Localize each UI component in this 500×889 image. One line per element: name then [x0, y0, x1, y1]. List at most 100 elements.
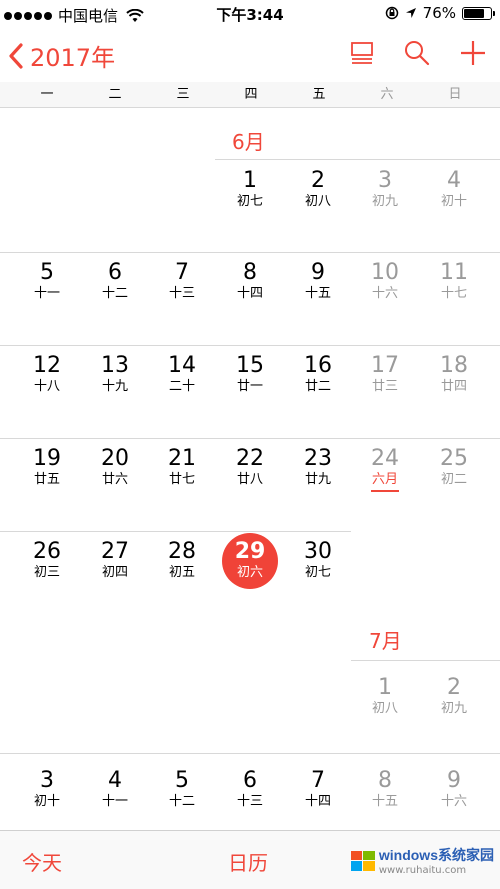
day-number: 26: [33, 539, 61, 564]
month-label: 7月: [369, 629, 402, 653]
lunar-date: 初七: [304, 565, 331, 580]
day-number: 29: [234, 539, 266, 564]
day-cell[interactable]: 5 十一: [13, 260, 81, 302]
day-cell[interactable]: 6 十三: [216, 768, 284, 810]
row-separator: [0, 753, 500, 754]
chevron-left-icon: [9, 42, 23, 69]
today-button[interactable]: 今天: [22, 847, 62, 876]
day-number: 10: [371, 260, 399, 285]
day-cell[interactable]: 21 廿七: [148, 446, 216, 488]
windows-logo-icon: [350, 850, 375, 871]
lunar-date: 十五: [371, 794, 398, 809]
watermark: windows系统家园 www.ruhaitu.com: [350, 845, 494, 876]
day-number: 4: [108, 768, 122, 793]
day-number: 14: [168, 353, 196, 378]
day-cell[interactable]: 7 十三: [148, 260, 216, 302]
lunar-date: 廿四: [440, 379, 467, 394]
lunar-date: 初二: [440, 472, 467, 487]
day-cell[interactable]: 18 廿四: [420, 353, 488, 395]
day-cell[interactable]: 10 十六: [351, 260, 419, 302]
watermark-text: windows系统家园 www.ruhaitu.com: [379, 845, 494, 876]
day-cell[interactable]: 29 初六: [216, 533, 284, 589]
lunar-date: 十三: [236, 794, 263, 809]
day-cell[interactable]: 2 初九: [420, 675, 488, 717]
status-right: 76%: [385, 4, 495, 22]
day-cell[interactable]: 4 初十: [420, 168, 488, 210]
watermark-url: www.ruhaitu.com: [378, 865, 467, 876]
day-number: 27: [101, 539, 129, 564]
day-cell[interactable]: 28 初五: [148, 539, 216, 581]
day-cell[interactable]: 19 廿五: [13, 446, 81, 488]
day-cell[interactable]: 4 十一: [81, 768, 149, 810]
day-cell[interactable]: 14 二十: [148, 353, 216, 395]
day-cell[interactable]: 9 十五: [284, 260, 352, 302]
battery-icon: [462, 6, 495, 20]
row-separator: [351, 660, 500, 661]
day-cell[interactable]: 12 十八: [13, 353, 81, 395]
day-number: 6: [108, 260, 122, 285]
day-cell[interactable]: 1 初七: [216, 168, 284, 210]
lunar-date: 十四: [236, 286, 263, 301]
day-cell[interactable]: 27 初四: [81, 539, 149, 581]
day-number: 5: [40, 260, 54, 285]
day-number: 7: [175, 260, 189, 285]
day-number: 1: [378, 675, 392, 700]
day-cell[interactable]: 26 初三: [13, 539, 81, 581]
day-number: 22: [236, 446, 264, 471]
day-cell[interactable]: 11 十七: [420, 260, 488, 302]
calendar-app: 中国电信 下午3:44 76% 2017年 一 二 三 四 五 六 日 6月 7…: [0, 0, 500, 889]
day-cell[interactable]: 2 初八: [284, 168, 352, 210]
day-cell[interactable]: 13 十九: [81, 353, 149, 395]
lunar-date: 初九: [371, 194, 398, 209]
nav-bar: 2017年: [0, 30, 500, 80]
calendars-button[interactable]: 日历: [228, 847, 268, 876]
day-number: 8: [378, 768, 392, 793]
battery-level: [464, 8, 484, 18]
day-number: 17: [371, 353, 399, 378]
day-number: 19: [33, 446, 61, 471]
day-cell[interactable]: 8 十五: [351, 768, 419, 810]
day-cell[interactable]: 23 廿九: [284, 446, 352, 488]
add-icon[interactable]: [460, 40, 486, 66]
day-cell[interactable]: 16 廿二: [284, 353, 352, 395]
search-icon[interactable]: [404, 40, 430, 66]
month-label: 6月: [232, 130, 265, 154]
day-number: 3: [40, 768, 54, 793]
back-to-year-button[interactable]: 2017年: [8, 38, 115, 73]
tab-bar: 今天 日历 windows系统家园 www.ruhaitu.com: [0, 830, 500, 889]
day-cell[interactable]: 3 初十: [13, 768, 81, 810]
day-number: 9: [311, 260, 325, 285]
day-number: 12: [33, 353, 61, 378]
day-number: 6: [243, 768, 257, 793]
day-cell[interactable]: 24 六月: [351, 446, 419, 492]
lunar-date: 初八: [371, 701, 398, 716]
lunar-date: 十四: [304, 794, 331, 809]
day-cell[interactable]: 30 初七: [284, 539, 352, 581]
lunar-date: 廿六: [101, 472, 128, 487]
day-cell[interactable]: 15 廿一: [216, 353, 284, 395]
day-cell[interactable]: 3 初九: [351, 168, 419, 210]
status-bar: 中国电信 下午3:44 76%: [0, 0, 500, 28]
lunar-date: 廿二: [304, 379, 331, 394]
list-view-icon[interactable]: [350, 41, 374, 65]
weekday-label: 三: [176, 87, 190, 102]
day-cell[interactable]: 22 廿八: [216, 446, 284, 488]
day-cell[interactable]: 6 十二: [81, 260, 149, 302]
day-cell[interactable]: 1 初八: [351, 675, 419, 717]
lunar-date: 廿一: [236, 379, 263, 394]
day-cell[interactable]: 8 十四: [216, 260, 284, 302]
day-cell[interactable]: 17 廿三: [351, 353, 419, 395]
watermark-title: 系统家园: [438, 847, 494, 863]
rotation-lock-icon: [385, 6, 398, 20]
day-cell[interactable]: 25 初二: [420, 446, 488, 488]
location-arrow-icon: [405, 8, 416, 18]
day-number: 15: [236, 353, 264, 378]
row-separator: [215, 159, 500, 160]
day-number: 28: [168, 539, 196, 564]
lunar-date: 十九: [101, 379, 128, 394]
day-cell[interactable]: 7 十四: [284, 768, 352, 810]
lunar-date: 初四: [101, 565, 128, 580]
day-cell[interactable]: 9 十六: [420, 768, 488, 810]
day-cell[interactable]: 20 廿六: [81, 446, 149, 488]
day-cell[interactable]: 5 十二: [148, 768, 216, 810]
